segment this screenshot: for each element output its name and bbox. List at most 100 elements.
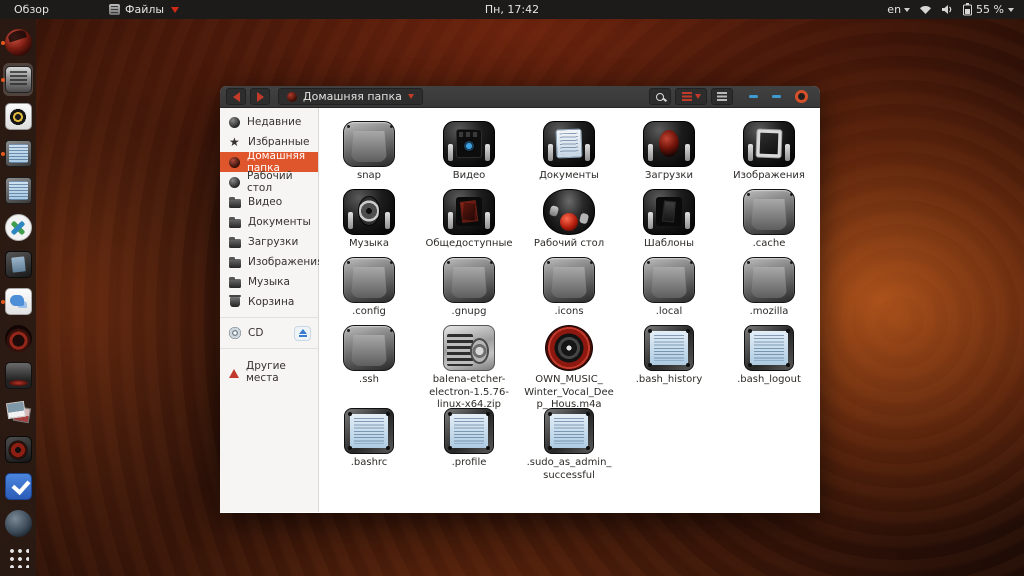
speaker-app-icon: [5, 103, 32, 130]
folder-gray-icon: [343, 121, 395, 167]
file-snap[interactable]: snap: [319, 118, 419, 186]
file-bashrc[interactable]: .bashrc: [319, 405, 419, 485]
app-menu-label: Файлы: [125, 3, 164, 16]
top-bar: Обзор Файлы Пн, 17:42 en 55 %: [0, 0, 1024, 19]
sidebar-item-desktop[interactable]: Рабочий стол: [220, 172, 318, 192]
file-pictures[interactable]: Изображения: [719, 118, 819, 186]
dock: [0, 19, 36, 576]
file-sudo-as-admin[interactable]: .sudo_as_admin_ successful: [519, 405, 619, 485]
battery-label: 55 %: [976, 3, 1004, 16]
sidebar-item-home[interactable]: Домашняя папка: [220, 152, 318, 172]
sidebar-separator: [220, 317, 318, 318]
checkmark-icon: [5, 473, 32, 500]
eject-button[interactable]: [294, 326, 311, 341]
dock-item-photos[interactable]: [0, 394, 36, 431]
sidebar-item-documents[interactable]: Документы: [220, 212, 318, 232]
file-label: .profile: [452, 457, 487, 470]
folder-templates-icon: [643, 189, 695, 235]
dock-item-dark-document[interactable]: [0, 246, 36, 283]
sidebar-label: Корзина: [248, 296, 294, 308]
sidebar-item-recent[interactable]: Недавние: [220, 112, 318, 132]
sidebar-item-videos[interactable]: Видео: [220, 192, 318, 212]
file-ssh[interactable]: .ssh: [319, 322, 419, 405]
file-config[interactable]: .config: [319, 254, 419, 322]
sidebar-label: Загрузки: [248, 236, 298, 248]
minimize-button[interactable]: [749, 95, 758, 98]
sidebar-item-other-locations[interactable]: Другие места: [220, 362, 318, 382]
forward-arrow-icon: [257, 92, 264, 102]
close-button[interactable]: [795, 90, 808, 103]
file-icons-folder[interactable]: .icons: [519, 254, 619, 322]
search-button[interactable]: [649, 88, 671, 105]
file-label: Музыка: [349, 238, 389, 251]
crossed-arrows-icon: [5, 214, 32, 241]
file-bash-history[interactable]: .bash_history: [619, 322, 719, 405]
file-label: .bashrc: [351, 457, 388, 470]
file-desktop[interactable]: Рабочий стол: [519, 186, 619, 254]
dock-item-planet[interactable]: [0, 505, 36, 542]
file-music[interactable]: Музыка: [319, 186, 419, 254]
window-headerbar[interactable]: Домашняя папка: [220, 86, 820, 108]
sidebar-label: Другие места: [246, 360, 318, 384]
activities-button[interactable]: Обзор: [0, 0, 63, 19]
file-label: .local: [656, 306, 682, 319]
dock-item-text-editor[interactable]: [0, 135, 36, 172]
forward-button[interactable]: [250, 88, 270, 105]
dock-item-tasks[interactable]: [0, 468, 36, 505]
file-bash-logout[interactable]: .bash_logout: [719, 322, 819, 405]
notes-app-icon: [5, 288, 32, 315]
file-local[interactable]: .local: [619, 254, 719, 322]
file-mozilla[interactable]: .mozilla: [719, 254, 819, 322]
file-public[interactable]: Общедоступные: [419, 186, 519, 254]
file-templates[interactable]: Шаблоны: [619, 186, 719, 254]
file-label: .gnupg: [452, 306, 487, 319]
dock-item-text-document[interactable]: [0, 172, 36, 209]
file-videos[interactable]: Видео: [419, 118, 519, 186]
path-bar-button[interactable]: Домашняя папка: [278, 88, 423, 105]
battery-indicator[interactable]: 55 %: [963, 3, 1014, 16]
sidebar-item-cd[interactable]: CD: [220, 323, 318, 343]
menu-button[interactable]: [711, 88, 733, 105]
star-icon: [229, 136, 241, 148]
music-folder-icon: [229, 279, 241, 288]
text-editor-icon: [5, 140, 32, 167]
view-toggle-button[interactable]: [675, 88, 707, 105]
file-label: Загрузки: [645, 170, 693, 183]
dock-item-files[interactable]: [0, 61, 36, 98]
sidebar-item-starred[interactable]: Избранные: [220, 132, 318, 152]
file-label: .icons: [554, 306, 583, 319]
file-gnupg[interactable]: .gnupg: [419, 254, 519, 322]
dock-item-browser[interactable]: [0, 24, 36, 61]
sidebar-item-pictures[interactable]: Изображения: [220, 252, 318, 272]
sidebar-item-trash[interactable]: Корзина: [220, 292, 318, 312]
downloads-folder-icon: [229, 239, 241, 248]
file-downloads[interactable]: Загрузки: [619, 118, 719, 186]
folder-gray-icon: [643, 257, 695, 303]
sidebar-label: Рабочий стол: [247, 170, 318, 194]
dock-item-headset[interactable]: [0, 320, 36, 357]
folder-public-icon: [443, 189, 495, 235]
sidebar-item-downloads[interactable]: Загрузки: [220, 232, 318, 252]
documents-folder-icon: [229, 219, 241, 228]
app-menu[interactable]: Файлы: [99, 0, 189, 19]
dock-item-notes[interactable]: [0, 283, 36, 320]
dock-item-vinyl[interactable]: [0, 431, 36, 468]
file-own-music-m4a[interactable]: OWN_MUSIC_ Winter_Vocal_Deep_ Hous.m4a: [519, 322, 619, 405]
dock-item-remote-desktop[interactable]: [0, 209, 36, 246]
show-applications-button[interactable]: [7, 546, 29, 568]
files-app-icon: [5, 66, 32, 93]
maximize-button[interactable]: [772, 95, 781, 98]
file-profile[interactable]: .profile: [419, 405, 519, 485]
file-cache[interactable]: .cache: [719, 186, 819, 254]
home-icon: [229, 157, 240, 168]
file-label: .ssh: [359, 374, 379, 387]
file-documents[interactable]: Документы: [519, 118, 619, 186]
sidebar-item-music[interactable]: Музыка: [220, 272, 318, 292]
keyboard-layout-indicator[interactable]: en: [887, 3, 910, 16]
file-label: .mozilla: [750, 306, 789, 319]
current-path-label: Домашняя папка: [303, 90, 402, 103]
file-balena-zip[interactable]: balena-etcher-electron-1.5.76-linux-x64.…: [419, 322, 519, 405]
dock-item-system-tool[interactable]: [0, 357, 36, 394]
back-button[interactable]: [226, 88, 246, 105]
dock-item-music-player[interactable]: [0, 98, 36, 135]
